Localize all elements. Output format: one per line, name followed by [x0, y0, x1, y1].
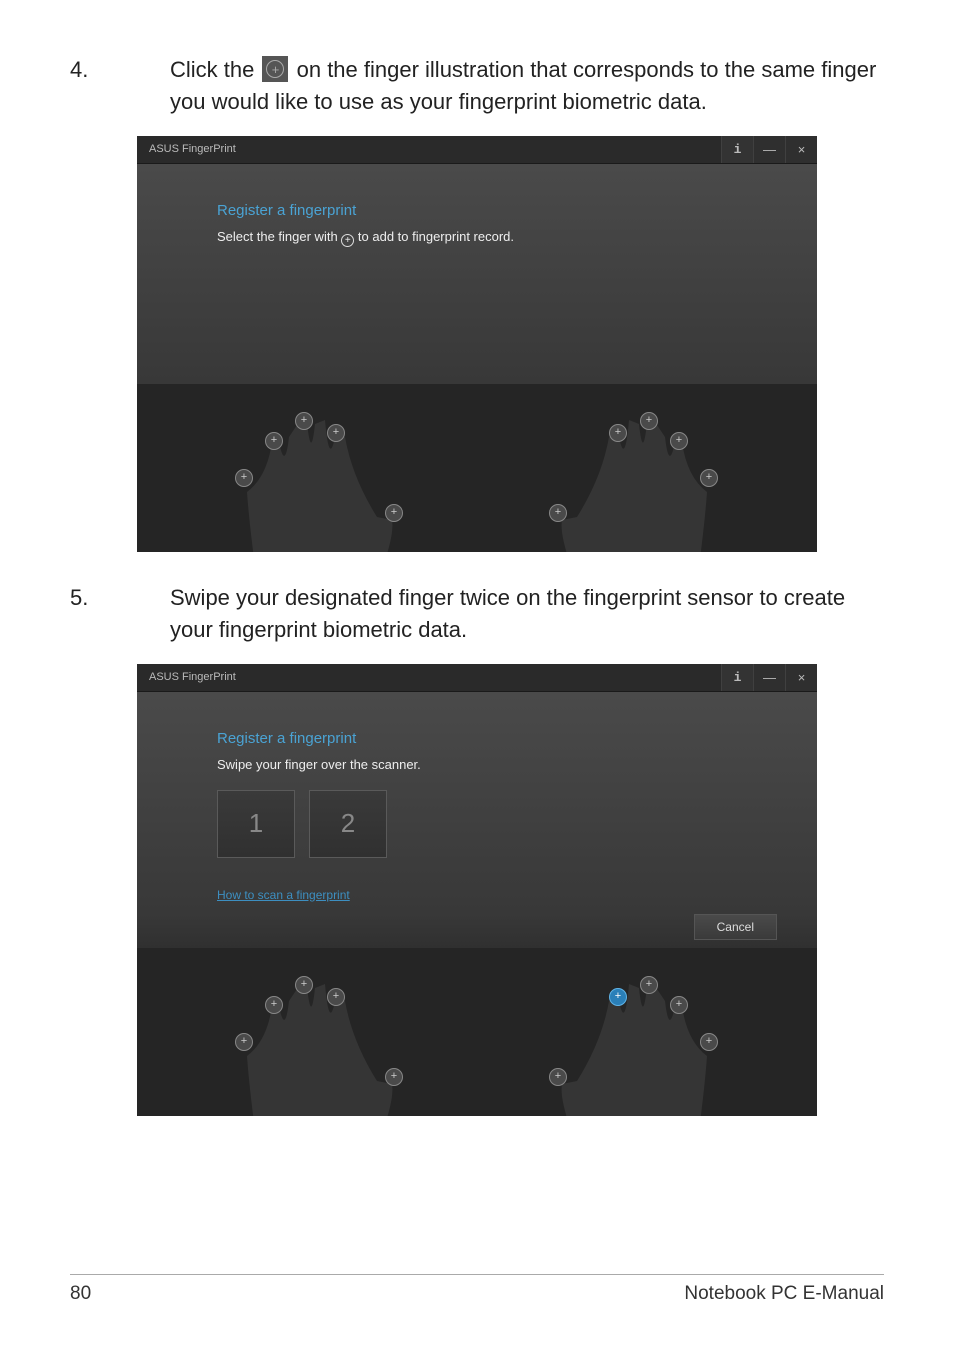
right-hand [537, 384, 737, 552]
step-4: 4. Click the + on the finger illustratio… [70, 54, 884, 118]
right-ring-add[interactable] [670, 996, 688, 1014]
right-pinky-add[interactable] [700, 1033, 718, 1051]
register-subtext: Select the finger with + to add to finge… [217, 229, 767, 246]
page-number: 80 [70, 1283, 91, 1305]
plus-circle-icon: + [341, 234, 354, 247]
left-thumb-add[interactable] [235, 469, 253, 487]
right-thumb-add[interactable] [549, 1068, 567, 1086]
window-titlebar: ASUS FingerPrint i — × [137, 136, 817, 164]
left-middle-add[interactable] [295, 412, 313, 430]
sub-before: Select the finger with [217, 229, 341, 244]
right-pinky-add[interactable] [700, 469, 718, 487]
left-hand [217, 384, 417, 552]
doc-title: Notebook PC E-Manual [684, 1283, 884, 1305]
left-thumb-add[interactable] [235, 1033, 253, 1051]
left-ring-add[interactable] [327, 988, 345, 1006]
step-text: Click the + on the finger illustration t… [170, 54, 884, 118]
window-title: ASUS FingerPrint [149, 671, 236, 683]
swipe-box-1: 1 [217, 790, 295, 858]
cancel-button[interactable]: Cancel [694, 914, 777, 940]
swipe-subtext: Swipe your finger over the scanner. [217, 757, 767, 772]
step-text: Swipe your designated finger twice on th… [170, 582, 884, 646]
minimize-button[interactable]: — [753, 664, 785, 691]
plus-icon: + [262, 56, 288, 82]
minimize-button[interactable]: — [753, 136, 785, 163]
right-hand [537, 948, 737, 1116]
screenshot-register-select: ASUS FingerPrint i — × Register a finger… [137, 136, 817, 552]
step-number: 5. [70, 582, 170, 646]
register-heading: Register a fingerprint [217, 202, 767, 219]
right-index-add[interactable] [609, 424, 627, 442]
hands-illustration [137, 384, 817, 552]
swipe-count-boxes: 1 2 [217, 790, 767, 858]
right-middle-add[interactable] [640, 412, 658, 430]
right-ring-add[interactable] [670, 432, 688, 450]
left-index-add[interactable] [265, 996, 283, 1014]
step4-before: Click the [170, 57, 260, 82]
hands-illustration [137, 948, 817, 1116]
window-titlebar: ASUS FingerPrint i — × [137, 664, 817, 692]
swipe-box-2: 2 [309, 790, 387, 858]
step-number: 4. [70, 54, 170, 118]
left-index-add[interactable] [265, 432, 283, 450]
info-button[interactable]: i [721, 664, 753, 691]
register-heading: Register a fingerprint [217, 730, 767, 747]
left-ring-add[interactable] [327, 424, 345, 442]
left-pinky-add[interactable] [385, 504, 403, 522]
sub-after: to add to fingerprint record. [354, 229, 514, 244]
howto-link[interactable]: How to scan a fingerprint [217, 888, 350, 902]
right-index-active[interactable] [609, 988, 627, 1006]
close-button[interactable]: × [785, 136, 817, 163]
window-title: ASUS FingerPrint [149, 143, 236, 155]
screenshot-register-swipe: ASUS FingerPrint i — × Register a finger… [137, 664, 817, 1116]
info-button[interactable]: i [721, 136, 753, 163]
left-middle-add[interactable] [295, 976, 313, 994]
page-footer: 80 Notebook PC E-Manual [70, 1274, 884, 1305]
left-pinky-add[interactable] [385, 1068, 403, 1086]
left-hand [217, 948, 417, 1116]
step-5: 5. Swipe your designated finger twice on… [70, 582, 884, 646]
right-thumb-add[interactable] [549, 504, 567, 522]
close-button[interactable]: × [785, 664, 817, 691]
right-middle-add[interactable] [640, 976, 658, 994]
